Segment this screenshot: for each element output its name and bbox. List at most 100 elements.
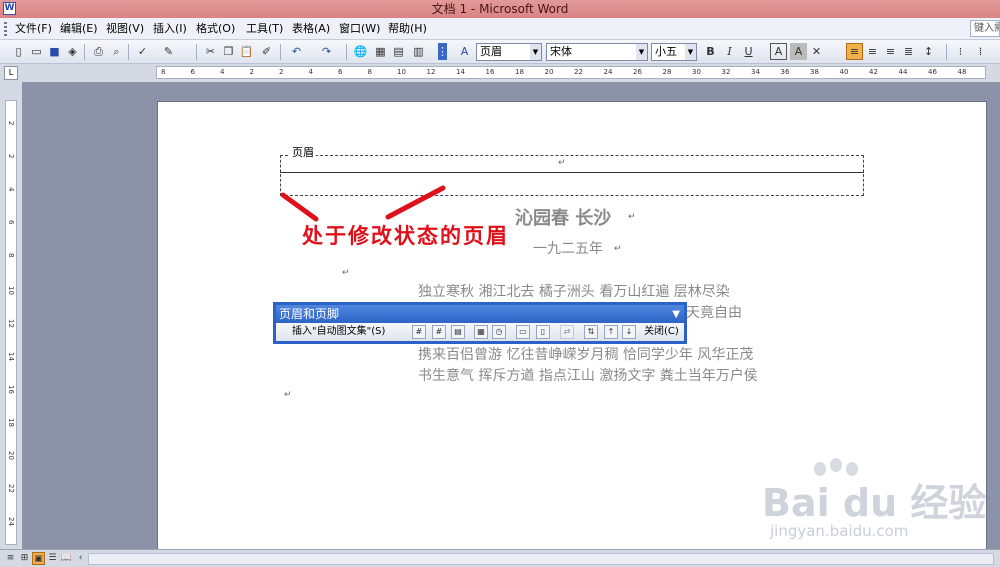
show-next-icon[interactable]: ↓ — [622, 325, 636, 339]
insert-time-icon[interactable]: ◷ — [492, 325, 506, 339]
ruler-tick: 32 — [721, 68, 731, 76]
poem-line: 天竟自由 — [686, 305, 742, 321]
open-folder-icon[interactable]: ▭ — [28, 43, 45, 60]
paste-icon[interactable]: 📋 — [238, 43, 255, 60]
menu-view[interactable]: 视图(V) — [103, 21, 147, 37]
menu-help[interactable]: 帮助(H) — [385, 21, 430, 37]
ruler-tick: 40 — [839, 68, 849, 76]
ruler-tick: 8 — [161, 68, 166, 76]
view-bar: ≡ ⊞ ▣ ☰ 📖 ‹ — [0, 549, 1000, 567]
insert-table-icon[interactable]: ▤ — [390, 43, 407, 60]
ruler-tick: 30 — [692, 68, 701, 76]
line-spacing-icon[interactable]: ↕ — [920, 43, 937, 60]
redo-icon[interactable]: ↷ — [318, 43, 335, 60]
font-size-value: 小五 — [655, 45, 677, 58]
ruler-tick: 2 — [7, 154, 15, 159]
ruler-tick: 12 — [426, 68, 436, 76]
web-view-icon[interactable]: ⊞ — [18, 552, 31, 565]
chevron-down-icon[interactable]: ▼ — [672, 306, 680, 324]
menu-format[interactable]: 格式(O) — [193, 21, 238, 37]
reading-view-icon[interactable]: 📖 — [60, 552, 73, 565]
align-center-icon[interactable]: ≡ — [864, 43, 881, 60]
help-search-input[interactable]: 键入需 — [970, 20, 1000, 37]
character-border-button[interactable]: A — [770, 43, 787, 60]
poem-line: 书生意气 挥斥方遒 指点江山 激扬文字 粪土当年万户侯 — [418, 368, 758, 384]
format-page-number-icon[interactable]: ▤ — [451, 325, 465, 339]
ruler-tick: 46 — [928, 68, 937, 76]
spelling-icon[interactable]: ✓ — [134, 43, 151, 60]
ruler-tick: 2 — [249, 68, 254, 76]
insert-excel-icon[interactable]: ▥ — [410, 43, 427, 60]
align-left-icon[interactable]: ≡ — [846, 43, 863, 60]
scale-icon[interactable]: ✕ — [808, 43, 825, 60]
insert-autotext-button[interactable]: 插入"自动图文集"(S) — [292, 325, 385, 339]
research-icon[interactable]: ✎ — [160, 43, 177, 60]
title-bar: W 文档 1 - Microsoft Word — [0, 0, 1000, 18]
cut-icon[interactable]: ✂ — [202, 43, 219, 60]
scroll-left-icon[interactable]: ‹ — [74, 552, 87, 565]
bullets-icon[interactable]: ⁞ — [972, 43, 989, 60]
bold-button[interactable]: B — [702, 43, 719, 60]
insert-date-icon[interactable]: ▦ — [474, 325, 488, 339]
horizontal-scrollbar[interactable] — [88, 553, 994, 565]
save-icon[interactable]: ■ — [46, 43, 63, 60]
baidu-logo: Bai du 经验 — [762, 481, 987, 525]
tab-selector[interactable]: L — [4, 66, 18, 80]
menu-window[interactable]: 窗口(W) — [336, 21, 383, 37]
menu-tools[interactable]: 工具(T) — [243, 21, 286, 37]
header-label: 页眉 — [290, 144, 316, 160]
font-select[interactable]: 宋体 ▼ — [546, 43, 648, 61]
ruler-tick: 24 — [603, 68, 613, 76]
font-size-select[interactable]: 小五 ▼ — [651, 43, 697, 61]
styles-formatting-icon[interactable]: A — [456, 43, 473, 60]
style-select[interactable]: 页眉 ▼ — [476, 43, 542, 61]
paragraph-mark: ↵ — [558, 158, 566, 168]
close-header-footer-button[interactable]: 关闭(C) — [644, 324, 679, 340]
undo-icon[interactable]: ↶ — [288, 43, 305, 60]
character-shading-button[interactable]: A — [790, 43, 807, 60]
menu-insert[interactable]: 插入(I) — [150, 21, 190, 37]
header-footer-toolbar-title[interactable]: 页眉和页脚 ▼ — [276, 305, 684, 323]
toolbar-separator — [84, 44, 85, 60]
paw-icon — [830, 458, 842, 472]
new-document-icon[interactable]: ▯ — [10, 43, 27, 60]
print-icon[interactable]: ⎙ — [90, 43, 107, 60]
baidu-url: jingyan.baidu.com — [770, 522, 909, 540]
toolbar-options-icon[interactable]: ⋮ — [437, 43, 448, 60]
print-layout-view-icon[interactable]: ▣ — [32, 552, 45, 565]
page-setup-icon[interactable]: ▭ — [516, 325, 530, 339]
ruler-tick: 22 — [574, 68, 583, 76]
paragraph-mark: ↵ — [628, 212, 636, 222]
italic-button[interactable]: I — [721, 43, 738, 60]
underline-button[interactable]: U — [740, 43, 757, 60]
normal-view-icon[interactable]: ≡ — [4, 552, 17, 565]
ruler-tick: 34 — [751, 68, 760, 76]
word-app-icon[interactable]: W — [3, 2, 16, 15]
insert-page-number-icon[interactable]: # — [412, 325, 426, 339]
horizontal-ruler[interactable]: 8 6 4 2 2 4 6 8 10 12 14 16 18 20 22 24 26 28 30 32 34 36 38 40… — [156, 66, 986, 79]
switch-header-footer-icon[interactable]: ⇅ — [584, 325, 598, 339]
tables-borders-icon[interactable]: ▦ — [372, 43, 389, 60]
menubar-grip[interactable] — [4, 22, 7, 36]
align-right-icon[interactable]: ≡ — [882, 43, 899, 60]
ruler-tick: 44 — [898, 68, 908, 76]
hyperlink-icon[interactable]: 🌐 — [352, 43, 369, 60]
menu-edit[interactable]: 编辑(E) — [57, 21, 101, 37]
insert-page-count-icon[interactable]: # — [432, 325, 446, 339]
print-preview-icon[interactable]: ⌕ — [108, 43, 125, 60]
link-to-previous-icon[interactable]: ⇄ — [560, 325, 574, 339]
ruler-tick: 48 — [957, 68, 967, 76]
permission-icon[interactable]: ◈ — [64, 43, 81, 60]
format-painter-icon[interactable]: ✐ — [258, 43, 275, 60]
menu-table[interactable]: 表格(A) — [289, 21, 333, 37]
show-previous-icon[interactable]: ↑ — [604, 325, 618, 339]
show-hide-text-icon[interactable]: ▯ — [536, 325, 550, 339]
vertical-ruler[interactable]: 2 2 4 6 8 10 12 14 16 18 20 22 24 — [5, 100, 17, 545]
justify-icon[interactable]: ≣ — [900, 43, 917, 60]
toolbar: ▯ ▭ ■ ◈ ⎙ ⌕ ✓ ✎ ✂ ❐ 📋 ✐ ↶ ↷ 🌐 ▦ ▤ ▥ ⋮ A … — [0, 40, 1000, 64]
menu-file[interactable]: 文件(F) — [12, 21, 55, 37]
ruler-tick: 10 — [397, 68, 406, 76]
outline-view-icon[interactable]: ☰ — [46, 552, 59, 565]
numbering-icon[interactable]: ⁝ — [952, 43, 969, 60]
copy-icon[interactable]: ❐ — [220, 43, 237, 60]
